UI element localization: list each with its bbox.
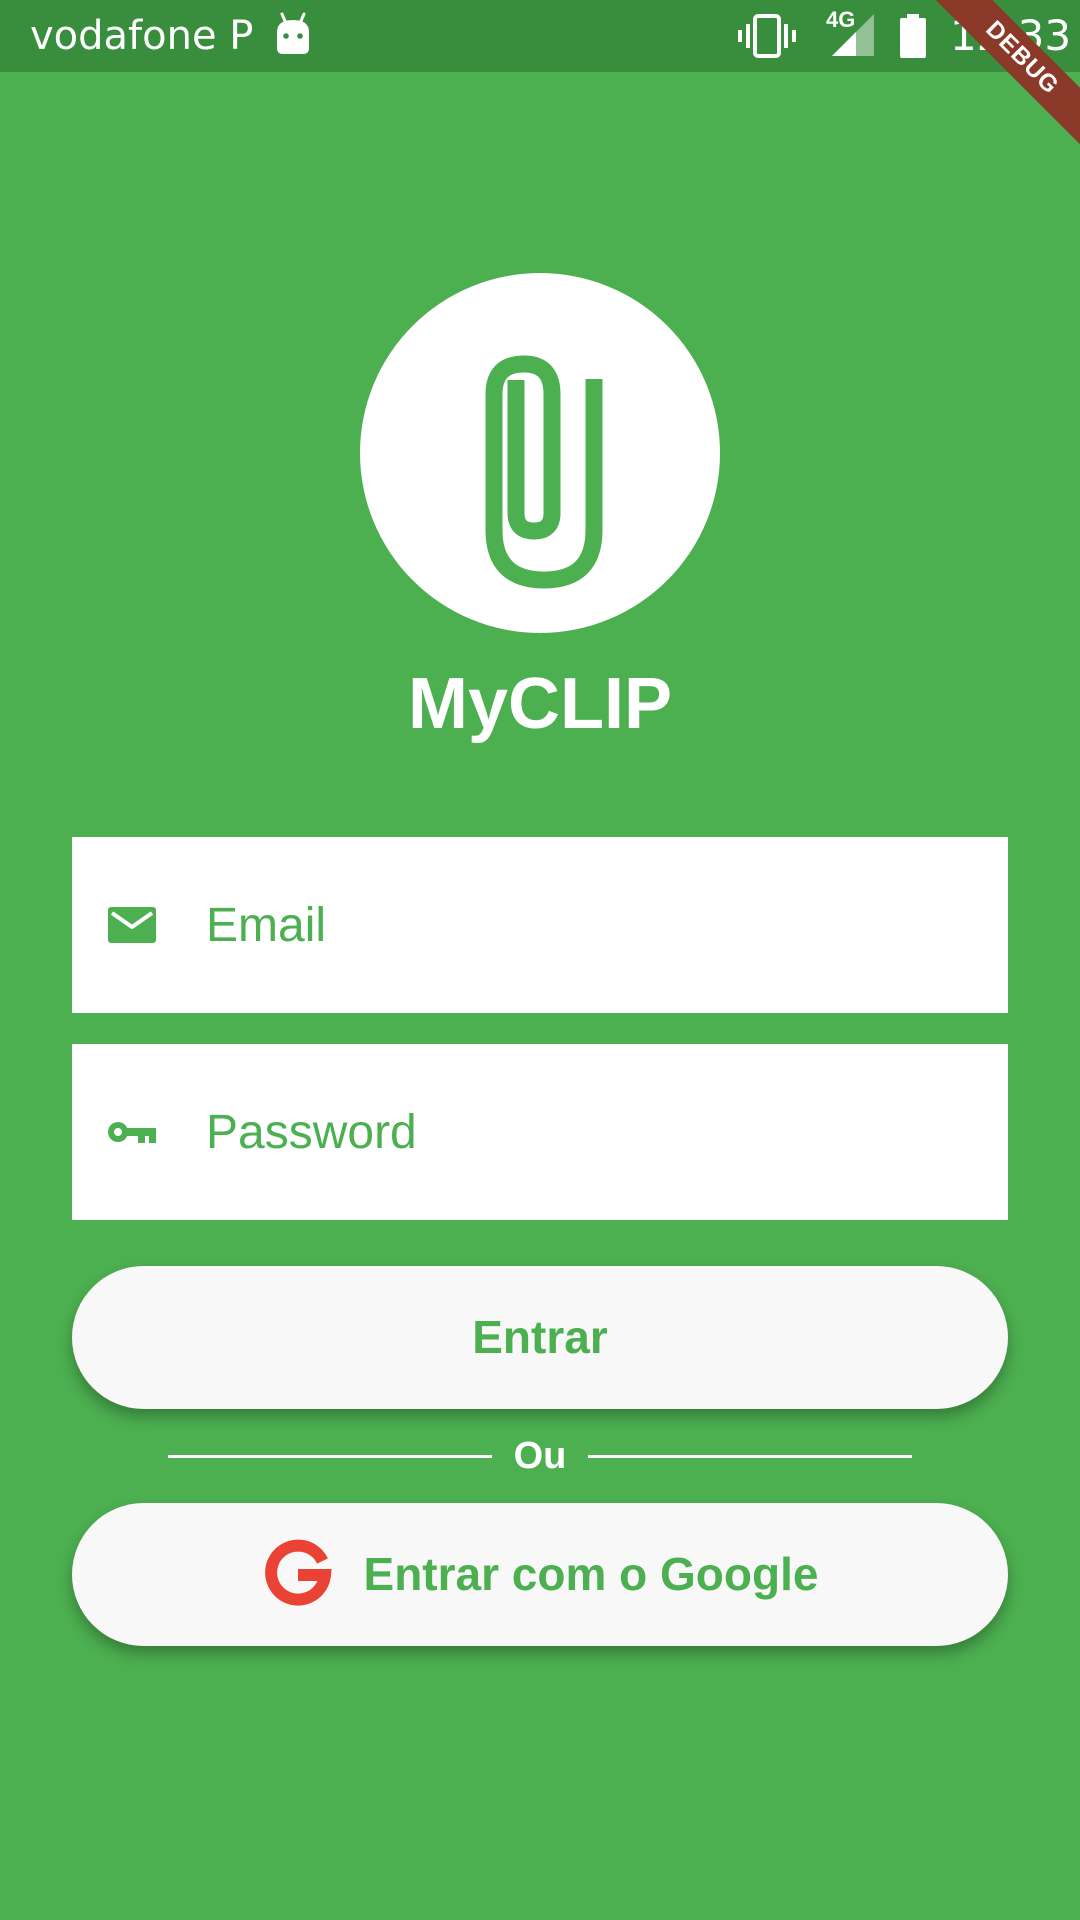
email-input[interactable]	[202, 885, 966, 965]
paperclip-icon	[485, 355, 603, 589]
mail-icon	[108, 907, 156, 943]
email-field[interactable]	[72, 837, 1008, 1013]
key-icon	[108, 1122, 156, 1143]
google-signin-button[interactable]: Entrar com o Google	[72, 1503, 1008, 1646]
app-logo	[360, 273, 720, 633]
divider-line-left	[168, 1455, 492, 1458]
app-title: MyCLIP	[407, 664, 673, 744]
battery-icon	[900, 14, 926, 58]
vibrate-icon	[738, 14, 796, 58]
status-bar: vodafone P 4G 12:33	[0, 0, 1080, 72]
google-signin-label: Entrar com o Google	[363, 1548, 819, 1600]
login-button-label: Entrar	[472, 1311, 608, 1363]
divider-line-right	[588, 1455, 912, 1458]
carrier-name: vodafone P	[30, 13, 254, 59]
password-input[interactable]	[202, 1092, 966, 1172]
divider-label: Ou	[513, 1435, 567, 1477]
google-icon	[264, 1539, 332, 1606]
password-field[interactable]	[72, 1044, 1008, 1220]
android-icon	[277, 12, 309, 54]
login-button[interactable]: Entrar	[72, 1266, 1008, 1409]
network-type: 4G	[826, 7, 856, 32]
